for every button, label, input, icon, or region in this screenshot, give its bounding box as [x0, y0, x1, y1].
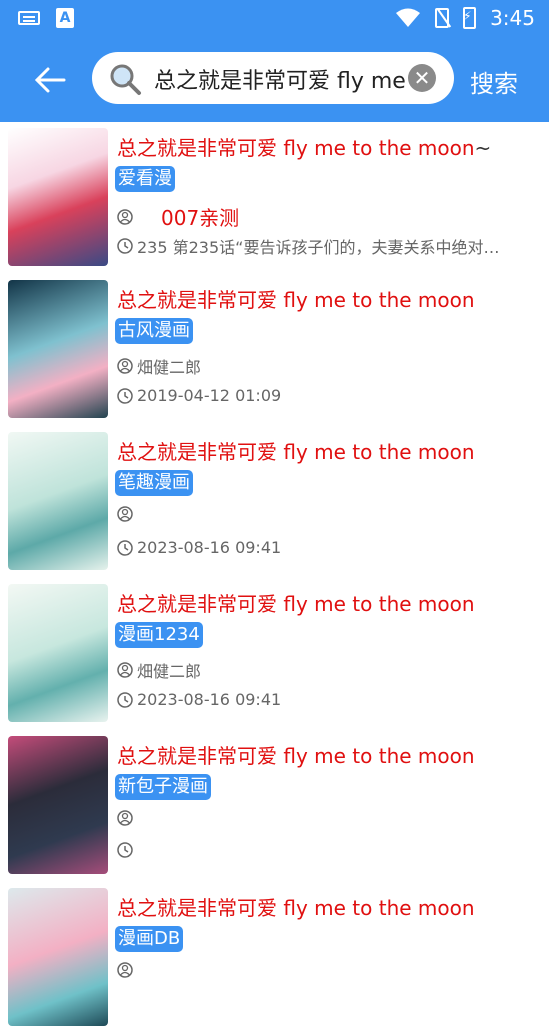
clock-icon: [117, 387, 133, 404]
user-icon: [117, 810, 133, 826]
clock-icon: [117, 238, 133, 254]
cover-image[interactable]: [8, 584, 108, 722]
result-item[interactable]: 总之就是非常可爱 fly me to the moon~ 爱看漫 007亲测 2…: [0, 122, 549, 274]
no-sim-icon: [435, 8, 450, 28]
update-row: [117, 842, 137, 858]
author-row: 007亲测: [117, 202, 239, 231]
app-notification-icon: A: [56, 8, 74, 28]
battery-charging-icon: [463, 7, 477, 29]
author-row: [117, 810, 161, 826]
user-icon: [117, 358, 133, 374]
search-button[interactable]: 搜索: [470, 64, 518, 99]
result-item[interactable]: 总之就是非常可爱 fly me to the moon 新包子漫画: [0, 730, 549, 882]
author-row: [117, 506, 161, 522]
cover-image[interactable]: [8, 432, 108, 570]
status-bar: A 3:45: [0, 0, 549, 38]
source-badge: 古风漫画: [115, 318, 193, 344]
clock-icon: [117, 691, 133, 708]
user-icon: [117, 208, 133, 225]
source-badge: 新包子漫画: [115, 774, 211, 800]
result-item[interactable]: 总之就是非常可爱 fly me to the moon 笔趣漫画 2023-08…: [0, 426, 549, 578]
cover-image[interactable]: [8, 888, 108, 1026]
source-badge: 漫画DB: [115, 926, 184, 952]
cover-image[interactable]: [8, 128, 108, 266]
user-icon: [117, 662, 133, 678]
search-results-list: 总之就是非常可爱 fly me to the moon~ 爱看漫 007亲测 2…: [0, 122, 549, 1034]
result-title[interactable]: 总之就是非常可爱 fly me to the moon: [117, 284, 475, 313]
source-badge: 笔趣漫画: [115, 470, 193, 496]
result-title[interactable]: 总之就是非常可爱 fly me to the moon~: [117, 132, 491, 161]
result-title[interactable]: 总之就是非常可爱 fly me to the moon: [117, 740, 475, 769]
source-badge: 爱看漫: [115, 166, 175, 192]
search-app-bar: ✕ 搜索: [0, 38, 549, 122]
search-input[interactable]: [152, 60, 426, 98]
update-row: 235 第235话“要告诉孩子们的，夫妻关系中绝对…: [117, 234, 499, 258]
clock: 3:45: [490, 6, 535, 30]
update-row: 2019-04-12 01:09: [117, 386, 281, 405]
cover-image[interactable]: [8, 736, 108, 874]
result-title[interactable]: 总之就是非常可爱 fly me to the moon: [117, 892, 475, 921]
cover-image[interactable]: [8, 280, 108, 418]
search-icon: [110, 64, 141, 95]
back-arrow-icon[interactable]: [30, 60, 70, 100]
keyboard-icon: [18, 11, 40, 25]
user-icon: [117, 506, 133, 522]
search-box[interactable]: ✕: [92, 52, 454, 104]
result-item[interactable]: 总之就是非常可爱 fly me to the moon 漫画1234 畑健二郎 …: [0, 578, 549, 730]
result-item[interactable]: 总之就是非常可爱 fly me to the moon 古风漫画 畑健二郎 20…: [0, 274, 549, 426]
update-row: 2023-08-16 09:41: [117, 690, 281, 709]
author-row: 畑健二郎: [117, 658, 225, 682]
author-row: 畑健二郎: [117, 354, 225, 378]
result-item[interactable]: 总之就是非常可爱 fly me to the moon 漫画DB: [0, 882, 549, 1034]
result-title[interactable]: 总之就是非常可爱 fly me to the moon: [117, 588, 475, 617]
result-title[interactable]: 总之就是非常可爱 fly me to the moon: [117, 436, 475, 465]
wifi-icon: [396, 8, 421, 27]
clear-search-icon[interactable]: ✕: [408, 64, 436, 92]
update-row: 2023-08-16 09:41: [117, 538, 281, 557]
source-badge: 漫画1234: [115, 622, 203, 648]
clock-icon: [117, 842, 133, 858]
clock-icon: [117, 539, 133, 556]
